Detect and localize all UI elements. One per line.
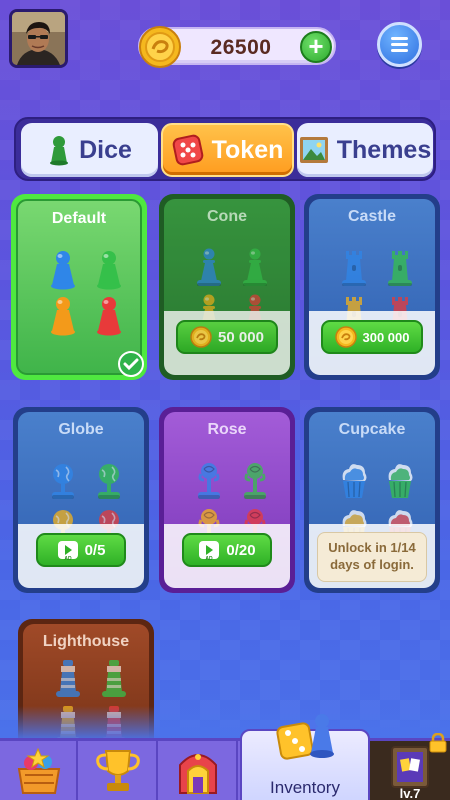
player-avatar[interactable] [9,9,68,68]
red-pawn-icon [92,295,126,337]
tab-dice[interactable]: Dice [21,123,158,177]
nav-shop[interactable] [0,741,78,800]
progress-label: 0/5 [84,541,106,559]
nav-inventory-label: Inventory [270,778,340,797]
lock-icon [429,733,447,753]
green-rose-icon [238,460,272,502]
nav-inventory[interactable]: Inventory [240,714,370,800]
category-tabs: Dice Token Themes [14,117,436,181]
green-chess-icon [238,247,272,289]
blue-globe-icon [46,460,80,502]
tab-themes-label: Themes [336,135,432,164]
green-tower-icon [383,247,417,289]
progress-label: 0/20 [226,541,256,559]
coin-icon [335,326,357,348]
nav-rankings[interactable] [78,741,158,800]
green-cupcake-icon [383,460,417,502]
coin-balance-bar: 26500 + [138,26,336,68]
blue-pawn-icon [46,249,80,291]
tab-dice-label: Dice [79,135,132,164]
coin-icon [139,26,181,68]
token-name: Rose [207,421,247,438]
gift-basket-icon [17,747,61,794]
green-pawn-icon [92,249,126,291]
buy-cone-button[interactable]: 50 000 [176,320,278,354]
level-label: lv.7 [399,786,421,800]
bottom-navigation: Inventory lv.7 [0,714,450,800]
nav-home[interactable] [158,741,238,800]
buy-castle-button[interactable]: 300 000 [321,320,423,354]
picture-icon [299,137,328,163]
token-name: Default [51,210,107,227]
token-card-rose[interactable]: Rose 0/20 [159,407,295,593]
blue-cupcake-icon [337,460,371,502]
add-coins-button[interactable]: + [300,31,332,63]
dice-icon [172,134,203,166]
hamburger-menu-icon [391,37,408,40]
tab-themes[interactable]: Themes [297,123,433,177]
nav-cards[interactable]: lv.7 [370,733,450,800]
plus-icon: + [308,31,324,61]
blue-chess-icon [192,247,226,289]
price-panel: 50 000 [164,311,290,375]
token-card-globe[interactable]: Globe 0/5 [13,407,149,593]
video-ad-icon [57,539,79,561]
unlock-panel: Unlock in 1/14 days of login. [309,524,435,588]
price-panel: 300 000 [309,311,435,375]
video-ad-icon [198,539,220,561]
tab-token-label: Token [211,135,284,164]
token-preview [46,249,126,343]
pawn-icon [50,136,69,166]
token-card-default[interactable]: Default [11,194,147,380]
token-card-cone[interactable]: Cone 50 000 [159,194,295,380]
token-card-cupcake[interactable]: Cupcake Unlock in 1/14 days of login. [304,407,440,593]
coin-amount: 26500 [210,36,272,59]
yellow-pawn-icon [46,295,80,337]
green-lighthouse-icon [97,658,131,700]
tab-token[interactable]: Token [161,123,294,177]
progress-panel: 0/20 [164,524,290,588]
token-name: Cone [207,208,247,225]
blue-lighthouse-icon [51,658,85,700]
price-label: 50 000 [218,328,264,346]
avatar-photo [12,12,65,65]
watch-ad-rose-button[interactable]: 0/20 [182,533,272,567]
token-name: Castle [347,208,397,225]
selected-check-icon [118,351,144,377]
token-name: Lighthouse [42,633,130,650]
menu-button[interactable] [377,22,422,67]
dice-pawn-icon [276,714,334,760]
progress-panel: 0/5 [18,524,144,588]
blue-tower-icon [337,247,371,289]
unlock-condition-text: Unlock in 1/14 days of login. [317,532,427,582]
price-label: 300 000 [362,329,410,345]
scroll-fade [0,706,450,738]
token-card-castle[interactable]: Castle 300 000 [304,194,440,380]
token-name: Cupcake [338,421,406,438]
trophy-icon [96,750,140,791]
coin-icon [190,326,212,348]
castle-icon [179,754,217,794]
token-name: Globe [58,421,104,438]
card-book-icon [391,746,429,788]
green-globe-icon [92,460,126,502]
watch-ad-globe-button[interactable]: 0/5 [36,533,126,567]
blue-rose-icon [192,460,226,502]
